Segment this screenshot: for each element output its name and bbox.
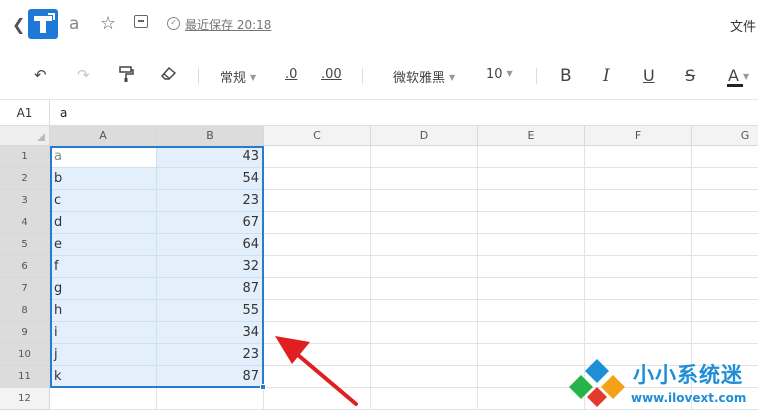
watermark-title: 小小系统迷 [633,363,743,387]
watermark-logo-icon [569,359,625,407]
watermark-url: www.ilovext.com [631,391,747,405]
watermark: 小小系统迷 www.ilovext.com [565,355,758,413]
annotation-arrow-icon [275,336,358,406]
